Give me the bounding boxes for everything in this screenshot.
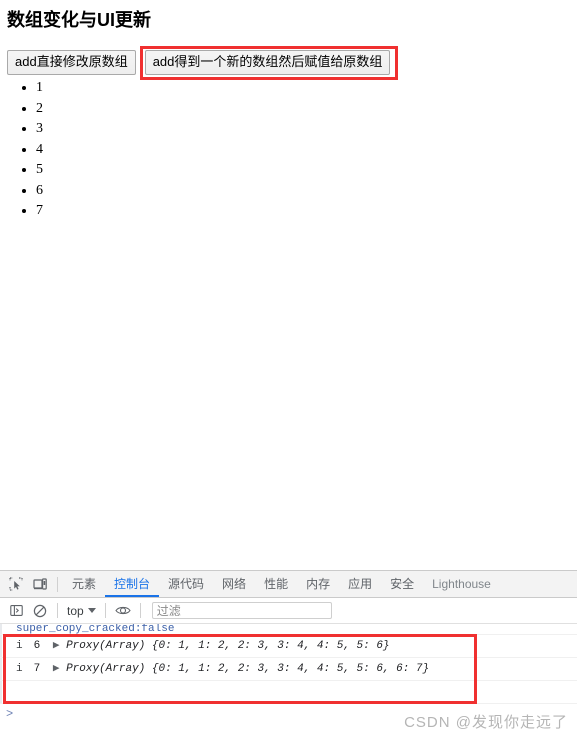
console-clipped-text: super_copy_cracked:false [16, 624, 175, 635]
chevron-down-icon [87, 608, 96, 613]
expand-triangle-icon[interactable]: ▶ [53, 635, 60, 657]
console-line-clipped: super_copy_cracked:false [0, 624, 577, 635]
add-new-array-assign-button[interactable]: add得到一个新的数组然后赋值给原数组 [144, 50, 391, 75]
console-line-gutter [0, 658, 2, 680]
prompt-caret-icon: > [6, 707, 14, 721]
tab-elements[interactable]: 元素 [63, 571, 105, 597]
tab-memory[interactable]: 内存 [297, 571, 339, 597]
list-item: 2 [36, 99, 43, 120]
toolbar-divider [57, 603, 58, 618]
array-list: 1 2 3 4 5 6 7 [0, 78, 43, 222]
console-toolbar: top [0, 598, 577, 624]
console-line-gutter [0, 635, 2, 657]
object-preview: {0: 1, 1: 2, 2: 3, 3: 4, 4: 5, 5: 6, 6: … [151, 663, 430, 675]
message-count-badge: 7 [33, 663, 41, 675]
list-item: 7 [36, 201, 43, 222]
tab-sources[interactable]: 源代码 [159, 571, 213, 597]
action-button-row: add直接修改原数组 add得到一个新的数组然后赋值给原数组 [7, 50, 391, 75]
toolbar-divider [57, 576, 58, 592]
console-filter-input[interactable] [151, 602, 332, 619]
tab-console[interactable]: 控制台 [105, 571, 160, 597]
tab-lighthouse[interactable]: Lighthouse [423, 571, 500, 597]
list-item: 3 [36, 119, 43, 140]
console-line-empty [0, 681, 577, 704]
expand-triangle-icon[interactable]: ▶ [53, 658, 60, 680]
clear-console-icon[interactable] [28, 599, 52, 623]
devtools-tabbar: 元素 控制台 源代码 网络 性能 内存 应用 安全 Lighthouse [0, 571, 577, 598]
message-count-badge: 6 [33, 640, 41, 652]
page-title: 数组变化与UI更新 [7, 10, 151, 30]
console-line-gutter [0, 624, 2, 634]
live-expression-eye-icon[interactable] [111, 599, 135, 623]
watermark-text: CSDN @发现你走远了 [404, 714, 568, 731]
execution-context-dropdown[interactable]: top [63, 604, 100, 618]
list-item: 5 [36, 160, 43, 181]
web-page-content: 数组变化与UI更新 add直接修改原数组 add得到一个新的数组然后赋值给原数组… [0, 0, 577, 570]
tab-application[interactable]: 应用 [339, 571, 381, 597]
list-item: 4 [36, 140, 43, 161]
tab-performance[interactable]: 性能 [255, 571, 297, 597]
inspect-element-icon[interactable] [4, 572, 28, 596]
object-type-label: Proxy(Array) [66, 640, 146, 652]
device-toolbar-icon[interactable] [28, 572, 52, 596]
add-mutate-original-button[interactable]: add直接修改原数组 [7, 50, 136, 75]
console-sidebar-icon[interactable] [4, 599, 28, 623]
console-line[interactable]: i 7 ▶ Proxy(Array) {0: 1, 1: 2, 2: 3, 3:… [0, 658, 577, 681]
toolbar-divider [104, 603, 106, 618]
info-icon: i [16, 663, 23, 675]
console-line-gutter [0, 681, 2, 703]
execution-context-label: top [67, 603, 84, 618]
console-line[interactable]: i 6 ▶ Proxy(Array) {0: 1, 1: 2, 2: 3, 3:… [0, 635, 577, 658]
toolbar-divider [139, 603, 141, 618]
tab-network[interactable]: 网络 [213, 571, 255, 597]
tab-security[interactable]: 安全 [381, 571, 423, 597]
list-item: 1 [36, 78, 43, 99]
object-type-label: Proxy(Array) [66, 663, 146, 675]
object-preview: {0: 1, 1: 2, 2: 3, 3: 4, 4: 5, 5: 6} [151, 640, 390, 652]
info-icon: i [16, 640, 23, 652]
list-item: 6 [36, 181, 43, 202]
